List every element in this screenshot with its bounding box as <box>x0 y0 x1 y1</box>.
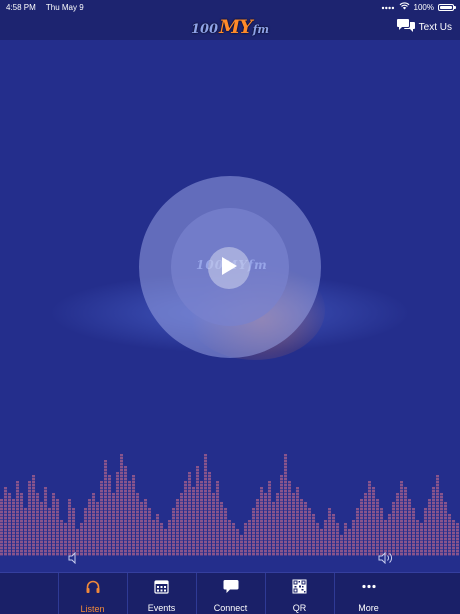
headphones-icon <box>85 579 101 600</box>
equalizer-bar <box>216 481 219 556</box>
equalizer-bar <box>32 475 35 556</box>
player-area: 100MYfm <box>0 40 460 572</box>
battery-icon <box>438 3 456 11</box>
equalizer-bar <box>400 481 403 556</box>
equalizer-bar <box>184 481 187 556</box>
volume-row <box>0 546 460 572</box>
equalizer-bar <box>188 472 191 556</box>
volume-low-icon[interactable] <box>68 551 80 569</box>
status-right: 100% <box>381 2 456 12</box>
equalizer-bar <box>200 481 203 556</box>
equalizer-bar <box>268 481 271 556</box>
status-left: 4:58 PM Thu May 9 <box>6 3 92 12</box>
equalizer-bar <box>128 481 131 556</box>
equalizer-bar <box>104 460 107 556</box>
equalizer-bar <box>280 475 283 556</box>
tab-label: Listen <box>80 604 105 614</box>
equalizer-visualizer <box>0 454 459 556</box>
equalizer-bar <box>288 481 291 556</box>
logo-fm: fm <box>252 23 270 36</box>
play-button[interactable] <box>208 247 250 289</box>
logo-number: 100 <box>190 22 219 37</box>
logo-my: MY <box>219 16 253 38</box>
tab-connect[interactable]: Connect <box>196 573 264 614</box>
equalizer-bar <box>132 475 135 556</box>
equalizer-bar <box>436 475 439 556</box>
text-us-button[interactable]: Text Us <box>396 18 452 36</box>
play-icon <box>220 256 238 281</box>
chat-bubbles-icon <box>396 18 415 36</box>
tab-label: Connect <box>213 603 248 613</box>
equalizer-bar <box>16 481 19 556</box>
tab-bar: Listen Events Connect QR More <box>0 572 460 614</box>
equalizer-bar <box>208 472 211 556</box>
equalizer-bar <box>204 454 207 556</box>
station-logo: 100 MY fm <box>191 16 269 38</box>
tab-events[interactable]: Events <box>127 573 195 614</box>
status-date: Thu May 9 <box>45 2 84 12</box>
battery-fill <box>440 5 452 9</box>
chat-bubble-icon <box>223 579 239 599</box>
equalizer-bar <box>116 472 119 556</box>
tab-more[interactable]: More <box>334 573 402 614</box>
equalizer-bar <box>28 481 31 556</box>
tab-listen[interactable]: Listen <box>58 573 126 614</box>
calendar-icon <box>154 579 169 599</box>
text-us-label: Text Us <box>418 21 452 33</box>
equalizer-bar <box>368 481 371 556</box>
equalizer-bar <box>108 475 111 556</box>
tab-label: QR <box>292 603 307 613</box>
equalizer-bar <box>196 466 199 556</box>
equalizer-bar <box>284 454 287 556</box>
tab-label: More <box>358 603 379 613</box>
equalizer-bar <box>124 466 127 556</box>
status-bar: 4:58 PM Thu May 9 100% <box>0 0 460 14</box>
wifi-icon <box>399 2 410 12</box>
status-time: 4:58 PM <box>6 2 36 12</box>
signal-dots-icon <box>381 3 395 12</box>
equalizer-bar <box>120 454 123 556</box>
header: 100 MY fm Text Us <box>0 14 460 40</box>
tab-qr[interactable]: QR <box>265 573 333 614</box>
volume-high-icon[interactable] <box>378 551 394 569</box>
qr-code-icon <box>292 579 307 599</box>
more-dots-icon <box>361 579 377 599</box>
battery-percent: 100% <box>413 2 434 12</box>
equalizer-bar <box>100 481 103 556</box>
tab-label: Events <box>147 603 176 613</box>
